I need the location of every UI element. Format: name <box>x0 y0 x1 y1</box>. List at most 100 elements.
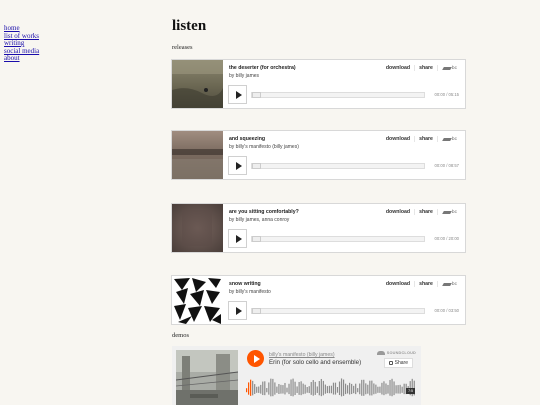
track-title[interactable]: the deserter (for orchestra) <box>229 65 296 71</box>
download-button[interactable]: download <box>382 65 416 71</box>
play-button[interactable] <box>228 85 247 104</box>
progress-bar[interactable] <box>251 92 425 98</box>
waveform-bar <box>304 384 306 394</box>
play-button[interactable] <box>228 156 247 175</box>
waveform-bar <box>282 385 284 394</box>
waveform-bar <box>250 379 252 396</box>
play-icon <box>235 161 242 170</box>
waveform-bar <box>399 384 401 394</box>
waveform-bar <box>318 381 320 396</box>
waveform-bar <box>266 388 268 393</box>
waveform-bar <box>302 383 304 395</box>
download-button[interactable]: download <box>382 209 416 215</box>
album-art[interactable] <box>172 204 223 252</box>
share-button[interactable]: share <box>415 209 438 215</box>
waveform-bar <box>272 378 274 397</box>
player-actions: download share bc <box>382 281 457 287</box>
progress-bar[interactable] <box>251 308 425 314</box>
waveform-bar <box>312 380 314 396</box>
waveform-bar <box>286 387 288 393</box>
waveform-bar <box>326 386 328 394</box>
bandcamp-logo-icon[interactable]: bc <box>438 137 457 142</box>
track-duration: 7:5 <box>406 388 415 394</box>
soundcloud-logo-text: SOUNDCLOUD <box>386 351 416 355</box>
waveform-bar <box>294 381 296 395</box>
waveform-bar <box>292 378 294 397</box>
progress-thumb[interactable] <box>252 308 261 314</box>
play-button[interactable] <box>228 229 247 248</box>
waveform-bar <box>314 381 316 395</box>
track-artwork[interactable] <box>176 350 238 405</box>
waveform-bar <box>344 383 347 395</box>
bandcamp-logo-icon[interactable]: bc <box>438 210 457 215</box>
progress-thumb[interactable] <box>252 92 261 98</box>
track-title[interactable]: are you sitting comfortably? <box>229 209 299 215</box>
download-button[interactable]: download <box>382 281 416 287</box>
track-title[interactable]: snow writing <box>229 281 261 287</box>
waveform-bar <box>262 381 264 396</box>
track-artist[interactable]: by billy's manifesto <box>229 289 271 295</box>
waveform-bar <box>316 386 318 393</box>
bandcamp-logo-icon[interactable]: bc <box>438 282 457 287</box>
waveform-bar <box>284 382 286 395</box>
waveform-bar <box>369 380 371 396</box>
progress-thumb[interactable] <box>252 163 261 169</box>
album-art[interactable] <box>172 131 223 179</box>
bandcamp-logo-text: bc <box>451 281 457 287</box>
waveform-bar <box>310 382 312 395</box>
soundcloud-track-title[interactable]: Erin (for solo cello and ensemble) <box>269 359 361 366</box>
waveform-bar <box>258 386 260 393</box>
page-title: listen <box>172 18 207 34</box>
waveform[interactable] <box>246 377 416 401</box>
waveform-bar <box>389 380 391 396</box>
waveform-bar <box>338 381 341 396</box>
waveform-bar <box>365 383 367 395</box>
album-art[interactable] <box>172 60 223 108</box>
bandcamp-logo-text: bc <box>451 65 457 71</box>
player-actions: download share bc <box>382 209 457 215</box>
progress-bar[interactable] <box>251 163 425 169</box>
bandcamp-logo-icon[interactable]: bc <box>438 66 457 71</box>
waveform-bar <box>334 382 337 395</box>
track-artist[interactable]: by billy james <box>229 73 259 79</box>
soundcloud-share-label: Share <box>394 360 408 366</box>
track-artist[interactable]: by billy james, anna conroy <box>229 217 289 223</box>
bandcamp-logo-text: bc <box>451 136 457 142</box>
play-button[interactable] <box>228 301 247 320</box>
play-icon <box>235 90 242 99</box>
soundcloud-logo-icon[interactable]: SOUNDCLOUD <box>376 351 416 355</box>
waveform-bar <box>357 388 359 393</box>
download-button[interactable]: download <box>382 136 416 142</box>
progress-thumb[interactable] <box>252 236 261 242</box>
waveform-bar <box>381 382 383 395</box>
waveform-bar <box>256 386 258 393</box>
waveform-bar <box>306 386 308 393</box>
track-artist[interactable]: by billy's manifesto (billy james) <box>229 144 299 150</box>
waveform-bar <box>280 384 282 394</box>
soundcloud-share-button[interactable]: Share <box>383 358 413 368</box>
waveform-bar <box>296 386 298 393</box>
waveform-bar <box>387 384 389 394</box>
progress-bar[interactable] <box>251 236 425 242</box>
bandcamp-player: and squeezing by billy's manifesto (bill… <box>171 130 466 180</box>
waveform-bar <box>395 385 397 394</box>
album-art[interactable] <box>172 276 223 324</box>
waveform-bar <box>391 378 393 397</box>
waveform-bar <box>363 379 365 396</box>
demos-heading: demos <box>172 332 189 339</box>
nav-link-about[interactable]: about <box>4 54 39 63</box>
share-button[interactable]: share <box>415 281 438 287</box>
track-title[interactable]: and squeezing <box>229 136 265 142</box>
play-icon <box>235 306 242 315</box>
waveform-bar <box>254 384 256 394</box>
waveform-bar <box>359 383 361 395</box>
share-button[interactable]: share <box>415 65 438 71</box>
player-actions: download share bc <box>382 136 457 142</box>
share-button[interactable]: share <box>415 136 438 142</box>
waveform-bar <box>349 382 351 395</box>
soundcloud-play-button[interactable] <box>247 350 264 367</box>
waveform-bar <box>397 385 399 394</box>
waveform-bar <box>403 383 405 395</box>
soundcloud-artist-link[interactable]: billy's manifesto (billy james) <box>269 352 335 358</box>
waveform-bar <box>379 386 381 393</box>
